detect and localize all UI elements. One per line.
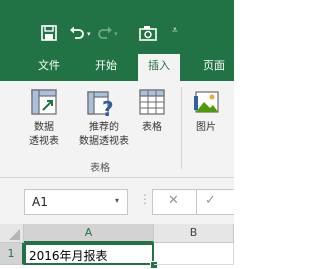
table-label: 表格: [142, 122, 162, 133]
cancel-entry-icon[interactable]: ✕: [168, 193, 179, 208]
group-separator: [181, 87, 182, 169]
save-icon[interactable]: [40, 24, 58, 42]
tab-home[interactable]: 开始: [82, 56, 130, 81]
enter-entry-icon-glyph[interactable]: ✓: [205, 193, 216, 208]
name-box-value: A1: [32, 195, 48, 209]
formula-bar-grip-icon: ⋮: [139, 192, 151, 206]
picture-icon[interactable]: [192, 88, 220, 116]
column-header-b[interactable]: B: [154, 224, 234, 243]
recommended-pivottable-label-2: 数据透视表: [79, 136, 129, 147]
undo-dropdown-icon[interactable]: ▾: [87, 30, 91, 38]
tab-page-layout[interactable]: 页面: [194, 56, 234, 81]
pivottable-label-1: 数据: [34, 122, 54, 133]
camera-icon[interactable]: [138, 24, 157, 42]
pivottable-icon[interactable]: [30, 88, 58, 116]
cell-a1[interactable]: 2016年月报表: [24, 243, 154, 265]
undo-icon[interactable]: [68, 24, 86, 42]
name-box[interactable]: A1 ▾: [24, 189, 128, 215]
cell-a1-value: 2016年月报表: [29, 249, 108, 263]
name-box-dropdown-icon[interactable]: ▾: [115, 196, 119, 205]
recommended-pivottable-icon[interactable]: ?: [86, 88, 116, 121]
pivottable-label-2: 透视表: [29, 136, 59, 147]
customize-qat-icon[interactable]: ⩡: [172, 25, 178, 36]
column-header-a[interactable]: A: [24, 224, 154, 243]
tab-insert[interactable]: 插入: [138, 54, 180, 81]
cell-b1[interactable]: [154, 243, 234, 265]
redo-icon: [96, 24, 114, 42]
picture-label: 图片: [196, 122, 216, 133]
table-icon[interactable]: [138, 88, 166, 116]
redo-dropdown-icon: ▾: [114, 30, 118, 38]
svg-text:?: ?: [102, 97, 114, 118]
recommended-pivottable-label-1: 推荐的: [89, 122, 119, 133]
group-label-tables: 表格: [90, 163, 110, 174]
tab-file[interactable]: 文件: [26, 56, 72, 81]
row-header-1[interactable]: 1: [0, 243, 24, 265]
select-all-corner[interactable]: [0, 224, 24, 243]
